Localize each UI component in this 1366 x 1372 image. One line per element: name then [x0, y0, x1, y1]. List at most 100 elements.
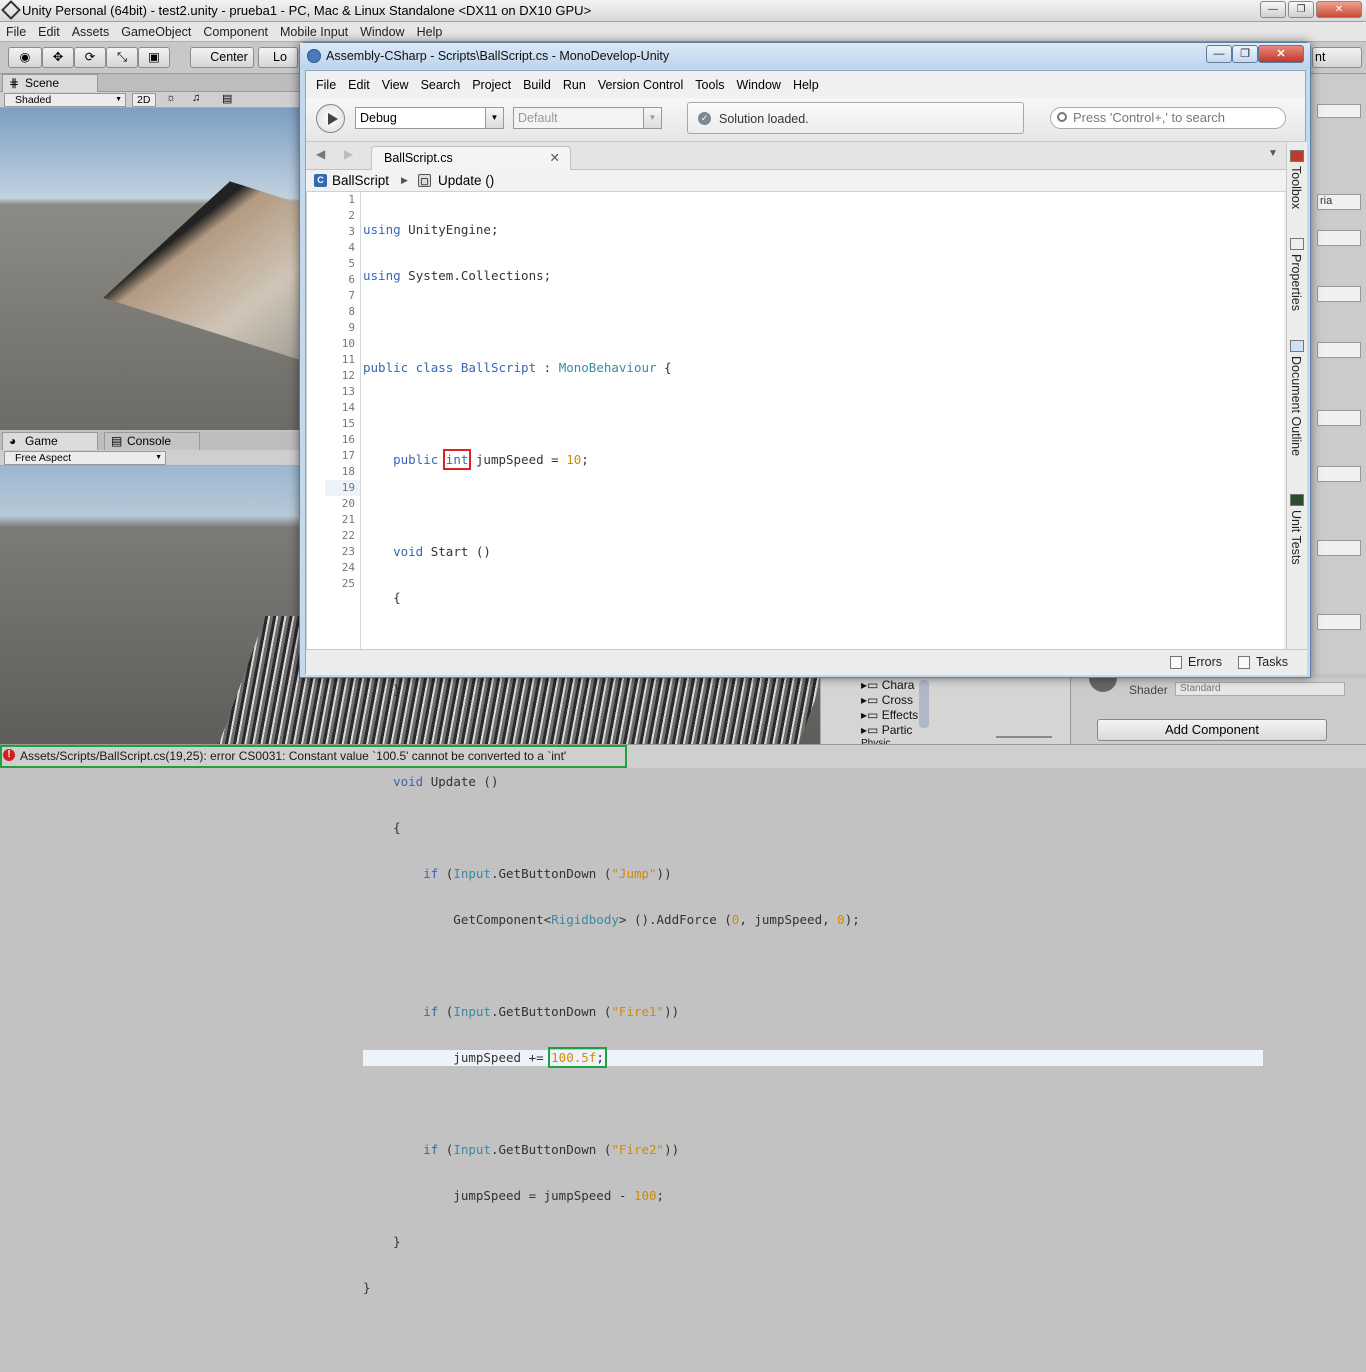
game-tab-bar: ◕ Game ▤ Console: [0, 432, 300, 450]
md-menu-help[interactable]: Help: [787, 78, 825, 92]
md-menu-file[interactable]: File: [310, 78, 342, 92]
inspector-field[interactable]: [1317, 614, 1361, 630]
code-area[interactable]: using UnityEngine; using System.Collecti…: [363, 192, 1263, 1295]
monodevelop-bottom-bar: Errors Tasks: [306, 649, 1307, 675]
menu-help[interactable]: Help: [411, 25, 449, 39]
tab-forward-arrow-icon[interactable]: ▶: [344, 147, 353, 161]
scene-viewport[interactable]: [0, 108, 300, 430]
menu-window[interactable]: Window: [354, 25, 410, 39]
line-number: 10: [341, 337, 355, 350]
maximize-button[interactable]: ❐: [1288, 1, 1314, 18]
code-editor[interactable]: 1 2 3 4 5 6 7 8 9 10 11 12 13 14 15 16 17 18 19 20 21 22 23 24 2…: [306, 192, 1284, 1295]
inspector-field[interactable]: [1317, 342, 1361, 358]
pad-properties[interactable]: Properties: [1289, 254, 1303, 311]
scale-tool-button[interactable]: ⤡: [106, 47, 138, 68]
menu-gameobject[interactable]: GameObject: [115, 25, 197, 39]
md-menu-run[interactable]: Run: [557, 78, 592, 92]
pad-toolbox[interactable]: Toolbox: [1289, 166, 1303, 209]
monodevelop-body: File Edit View Search Project Build Run …: [305, 70, 1307, 1295]
minimize-button[interactable]: —: [1260, 1, 1286, 18]
md-menu-search[interactable]: Search: [415, 78, 467, 92]
close-icon[interactable]: ✕: [550, 147, 560, 169]
unity-window-title: Unity Personal (64bit) - test2.unity - p…: [22, 3, 592, 18]
line-number: 13: [341, 385, 355, 398]
menu-mobile-input[interactable]: Mobile Input: [274, 25, 354, 39]
tab-game[interactable]: ◕ Game: [2, 432, 98, 450]
rotate-tool-button[interactable]: ⟳: [74, 47, 106, 68]
view-tool-button[interactable]: ◉: [8, 47, 42, 68]
tab-back-arrow-icon[interactable]: ◀: [316, 147, 325, 161]
pivot-space-button[interactable]: Lo: [258, 47, 298, 68]
tab-list-chevron-icon[interactable]: ▼: [1268, 148, 1278, 159]
breadcrumb-class[interactable]: BallScript: [332, 170, 389, 191]
md-menu-tools[interactable]: Tools: [689, 78, 730, 92]
global-search-input[interactable]: Press 'Control+,' to search: [1050, 107, 1286, 129]
menu-assets[interactable]: Assets: [66, 25, 116, 39]
line-number: 19: [325, 480, 360, 496]
menu-file[interactable]: File: [0, 25, 32, 39]
md-menu-build[interactable]: Build: [517, 78, 557, 92]
menu-edit[interactable]: Edit: [32, 25, 66, 39]
inspector-field[interactable]: [1317, 230, 1361, 246]
line-number: 4: [348, 241, 355, 254]
toggle-2d-button[interactable]: 2D: [132, 93, 156, 107]
lighting-toggle-icon[interactable]: ☼: [166, 92, 176, 104]
platform-dropdown[interactable]: Default ▼: [513, 107, 662, 129]
code-line: public class BallScript : MonoBehaviour …: [363, 360, 672, 375]
md-maximize-button[interactable]: ❐: [1232, 45, 1258, 63]
line-number: 1: [348, 193, 355, 206]
inspector-field[interactable]: [1317, 466, 1361, 482]
line-number: 23: [341, 545, 355, 558]
monodevelop-title-bar[interactable]: Assembly-CSharp - Scripts\BallScript.cs …: [300, 43, 1310, 69]
pivot-center-button[interactable]: Center: [190, 47, 254, 68]
error-icon: !: [3, 749, 15, 761]
document-outline-icon: [1290, 340, 1304, 352]
audio-toggle-icon[interactable]: ♫: [192, 92, 200, 104]
run-play-button[interactable]: [316, 104, 345, 133]
shading-mode-dropdown[interactable]: Shaded ▼: [4, 93, 126, 107]
md-menu-view[interactable]: View: [376, 78, 415, 92]
md-menu-window[interactable]: Window: [730, 78, 786, 92]
inspector-field[interactable]: [1317, 540, 1361, 556]
tab-ballscript[interactable]: BallScript.cs ✕: [371, 146, 571, 170]
code-line: }: [363, 1234, 401, 1249]
md-menu-edit[interactable]: Edit: [342, 78, 376, 92]
code-line: void Start (): [363, 544, 491, 559]
monodevelop-toolbar: Debug ▼ Default ▼ ✓ Solution loaded. Pre…: [306, 98, 1305, 142]
errors-pad-button[interactable]: Errors: [1170, 655, 1222, 669]
inspector-field[interactable]: [1317, 410, 1361, 426]
menu-component[interactable]: Component: [197, 25, 274, 39]
tab-console[interactable]: ▤ Console: [104, 432, 200, 450]
method-icon: ▢: [418, 174, 431, 187]
pad-unit-tests[interactable]: Unit Tests: [1289, 510, 1303, 565]
tab-scene-label: Scene: [25, 76, 60, 90]
line-number: 6: [348, 273, 355, 286]
md-menu-project[interactable]: Project: [466, 78, 517, 92]
tab-scene[interactable]: ⋕ Scene: [2, 74, 98, 92]
inspector-field[interactable]: [1317, 286, 1361, 302]
close-button[interactable]: ✕: [1316, 1, 1362, 18]
inspector-field[interactable]: [1317, 104, 1361, 118]
breadcrumb-member[interactable]: Update (): [438, 170, 494, 191]
editor-gutter[interactable]: [307, 192, 325, 649]
unity-title-bar: Unity Personal (64bit) - test2.unity - p…: [0, 0, 1366, 22]
move-tool-button[interactable]: ✥: [42, 47, 74, 68]
tasks-pad-button[interactable]: Tasks: [1238, 655, 1288, 669]
line-number: 18: [341, 465, 355, 478]
effects-toggle-icon[interactable]: ▤: [222, 92, 232, 105]
md-minimize-button[interactable]: —: [1206, 45, 1232, 63]
code-line: jumpSpeed = jumpSpeed - 100;: [363, 1188, 665, 1203]
pad-document-outline[interactable]: Document Outline: [1289, 356, 1303, 456]
aspect-dropdown[interactable]: Free Aspect ▼: [4, 451, 166, 465]
search-icon: [1057, 112, 1067, 122]
layout-dropdown[interactable]: nt: [1312, 47, 1362, 68]
md-close-button[interactable]: ✕: [1258, 45, 1304, 63]
rect-tool-button[interactable]: ▣: [138, 47, 170, 68]
configuration-dropdown[interactable]: Debug ▼: [355, 107, 504, 129]
md-menu-version-control[interactable]: Version Control: [592, 78, 689, 92]
